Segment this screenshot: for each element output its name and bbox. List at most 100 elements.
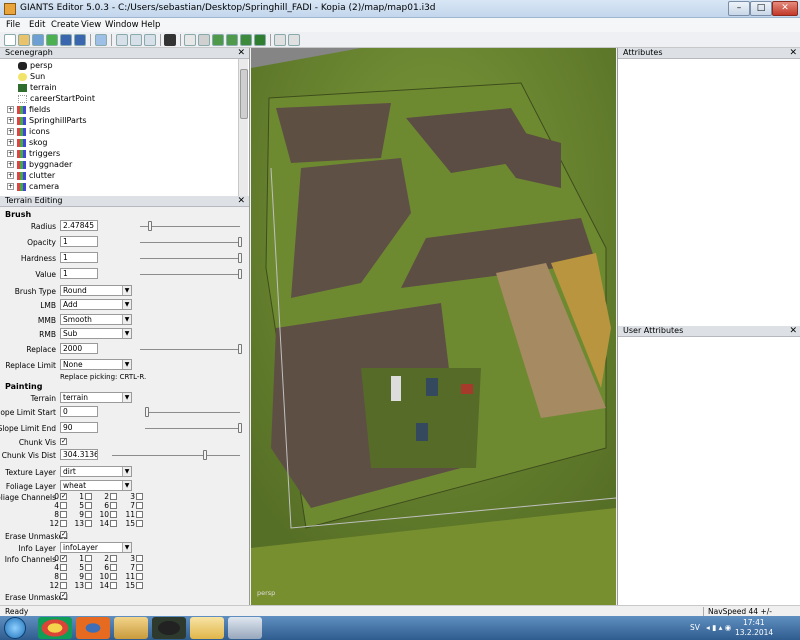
tree-node-careerstartpoint[interactable]: careerStartPoint <box>18 93 95 104</box>
channel-checkbox[interactable] <box>110 582 117 589</box>
refresh-icon[interactable] <box>46 34 58 46</box>
tree-node-byggnader[interactable]: + byggnader <box>7 159 72 170</box>
select-icon[interactable] <box>184 34 196 46</box>
expand-icon[interactable]: + <box>7 139 14 146</box>
value-slider[interactable] <box>140 274 240 275</box>
tree-node-fields[interactable]: + fields <box>7 104 50 115</box>
channel-checkbox[interactable] <box>136 520 143 527</box>
paint-icon[interactable] <box>228 617 262 639</box>
scenegraph-tree[interactable]: persp Sun terrain careerStartPoint + fiel… <box>0 59 238 196</box>
slope-limit-start-slider[interactable] <box>145 412 240 413</box>
folder-icon[interactable] <box>114 617 148 639</box>
info-layer-select[interactable]: infoLayer ▼ <box>60 542 132 553</box>
maximize-button[interactable]: □ <box>750 1 772 16</box>
hardness-slider-handle[interactable] <box>238 253 242 263</box>
opacity-slider-handle[interactable] <box>238 237 242 247</box>
erase-unmasked-checkbox[interactable]: ✓ <box>60 531 67 538</box>
chunk-vis-dist-slider[interactable] <box>112 455 240 456</box>
chunk-vis-checkbox[interactable]: ✓ <box>60 438 67 445</box>
channel-checkbox[interactable] <box>110 555 117 562</box>
settings-icon[interactable] <box>144 34 156 46</box>
opacity-slider[interactable] <box>140 242 240 243</box>
value-field[interactable]: 1 <box>60 268 98 279</box>
channel-checkbox[interactable] <box>85 555 92 562</box>
tree-node-springhillparts[interactable]: + SpringhillParts <box>7 115 87 126</box>
channel-checkbox[interactable] <box>136 493 143 500</box>
menu-view[interactable]: View <box>81 20 101 30</box>
clock-date[interactable]: 13.2.2014 <box>735 628 773 637</box>
save-as-icon[interactable] <box>74 34 86 46</box>
tree-node-camera[interactable]: + camera <box>7 181 59 192</box>
channel-checkbox[interactable] <box>60 502 67 509</box>
channel-checkbox[interactable] <box>136 564 143 571</box>
menu-window[interactable]: Window <box>105 20 139 30</box>
channel-checkbox[interactable] <box>110 564 117 571</box>
language-indicator[interactable]: SV <box>690 623 700 632</box>
chunk-vis-dist-field[interactable]: 304.31366 <box>60 449 98 460</box>
channel-checkbox[interactable] <box>60 582 67 589</box>
export-icon[interactable] <box>95 34 107 46</box>
expand-icon[interactable]: + <box>7 172 14 179</box>
menu-edit[interactable]: Edit <box>29 20 45 30</box>
channel-checkbox[interactable] <box>110 520 117 527</box>
channel-checkbox[interactable] <box>136 573 143 580</box>
channel-checkbox[interactable] <box>85 493 92 500</box>
import-icon[interactable] <box>32 34 44 46</box>
gear-icon[interactable] <box>274 34 286 46</box>
chrome-icon[interactable] <box>38 617 72 639</box>
clock-time[interactable]: 17:41 <box>743 618 765 627</box>
terrain-paint-icon[interactable] <box>226 34 238 46</box>
tree-node-skog[interactable]: + skog <box>7 137 48 148</box>
expand-icon[interactable]: + <box>7 117 14 124</box>
channel-checkbox[interactable] <box>110 502 117 509</box>
expand-icon[interactable]: + <box>7 150 14 157</box>
terrain-sculpt-icon[interactable] <box>212 34 224 46</box>
play-icon[interactable] <box>164 34 176 46</box>
channel-checkbox[interactable] <box>60 564 67 571</box>
channel-checkbox[interactable] <box>85 573 92 580</box>
start-button[interactable] <box>4 617 26 639</box>
scrollbar-thumb[interactable] <box>240 69 248 119</box>
foliage-layer-select[interactable]: wheat ▼ <box>60 480 132 491</box>
channel-checkbox[interactable] <box>85 520 92 527</box>
radius-field[interactable]: 2.47845 <box>60 220 98 231</box>
foliage-paint-icon[interactable] <box>240 34 252 46</box>
minimize-button[interactable]: – <box>728 1 750 16</box>
3d-viewport[interactable]: persp <box>251 48 616 605</box>
spotify-icon[interactable] <box>152 617 186 639</box>
erase-unmasked-checkbox[interactable]: ✓ <box>60 592 67 599</box>
value-slider-handle[interactable] <box>238 269 242 279</box>
radius-slider-handle[interactable] <box>148 221 152 231</box>
tree-node-clutter[interactable]: + clutter <box>7 170 55 181</box>
channel-checkbox[interactable] <box>85 582 92 589</box>
radius-slider[interactable] <box>140 226 240 227</box>
replace-slider[interactable] <box>140 349 240 350</box>
save-icon[interactable] <box>60 34 72 46</box>
slope-limit-end-field[interactable]: 90 <box>60 422 98 433</box>
opacity-field[interactable]: 1 <box>60 236 98 247</box>
tree-node-triggers[interactable]: + triggers <box>7 148 60 159</box>
channel-checkbox[interactable] <box>60 511 67 518</box>
channel-checkbox[interactable] <box>136 502 143 509</box>
tools-icon[interactable] <box>288 34 300 46</box>
texture-layer-select[interactable]: dirt ▼ <box>60 466 132 477</box>
expand-icon[interactable]: + <box>7 183 14 190</box>
grass-icon[interactable] <box>254 34 266 46</box>
channel-checkbox[interactable] <box>110 493 117 500</box>
channel-checkbox[interactable] <box>60 573 67 580</box>
firefox-icon[interactable] <box>76 617 110 639</box>
tree-node-terrain[interactable]: terrain <box>18 82 57 93</box>
slope-limit-start-field[interactable]: 0 <box>60 406 98 417</box>
close-window-button[interactable]: ✕ <box>772 1 798 16</box>
scenegraph-scrollbar[interactable] <box>238 59 248 196</box>
channel-checkbox[interactable] <box>136 511 143 518</box>
slope-limit-end-handle[interactable] <box>238 423 242 433</box>
tree-node-icons[interactable]: + icons <box>7 126 50 137</box>
replace-field[interactable]: 2000 <box>60 343 98 354</box>
brush-type-select[interactable]: Round ▼ <box>60 285 132 296</box>
tray-icons[interactable]: ◂ ▮ ▴ ◉ <box>706 623 731 632</box>
new-file-icon[interactable] <box>4 34 16 46</box>
channel-checkbox[interactable] <box>110 511 117 518</box>
channel-checkbox[interactable] <box>85 502 92 509</box>
close-icon[interactable]: ✕ <box>237 196 245 206</box>
